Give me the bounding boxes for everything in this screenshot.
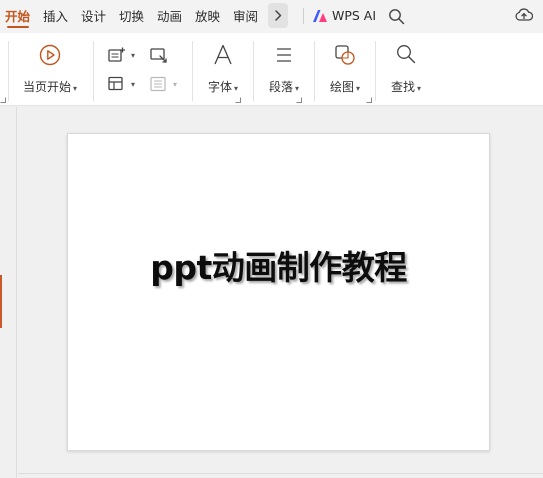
play-from-current-button[interactable]: 当页开始 ▾ — [16, 41, 84, 99]
play-circle-icon — [39, 44, 61, 66]
drawing-button[interactable]: 绘图 ▾ — [322, 41, 368, 99]
tab-insert[interactable]: 插入 — [43, 8, 68, 25]
layout-icon — [108, 76, 123, 91]
chevron-down-icon: ▾ — [131, 80, 136, 89]
new-slide-icon — [108, 47, 125, 62]
shapes-icon — [335, 45, 355, 65]
chevron-down-icon: ▾ — [173, 80, 178, 89]
more-tabs-button[interactable] — [268, 3, 288, 28]
paragraph-label: 段落 — [268, 80, 293, 94]
canvas-bottom-divider — [18, 473, 543, 474]
find-button[interactable]: 查找 ▾ — [383, 41, 429, 99]
chevron-down-icon: ▾ — [131, 51, 136, 60]
reset-slide-button[interactable] — [150, 47, 180, 67]
chevron-down-icon: ▾ — [295, 84, 300, 93]
tab-slideshow[interactable]: 放映 — [195, 8, 220, 25]
tab-home[interactable]: 开始 — [5, 8, 30, 25]
section-button: ▾ — [150, 76, 180, 96]
font-a-icon — [214, 44, 232, 65]
slide-editing-canvas: ppt动画制作教程 — [18, 107, 543, 478]
dialog-launcher-icon[interactable] — [0, 97, 6, 103]
menu-divider — [303, 8, 304, 24]
current-slide[interactable]: ppt动画制作教程 — [67, 133, 490, 451]
cloud-upload-icon[interactable] — [515, 7, 533, 23]
layout-button[interactable]: ▾ — [108, 76, 138, 96]
tab-review[interactable]: 审阅 — [233, 8, 258, 25]
ribbon-separator — [253, 41, 254, 101]
paragraph-button[interactable]: 段落 ▾ — [261, 41, 307, 99]
ribbon-separator — [8, 41, 9, 101]
magnifier-icon — [397, 45, 416, 64]
ribbon-toolbar: 当页开始 ▾ ▾ ▾ ▾ 字体 ▾ 段落 ▾ 绘图 ▾ 查找 ▾ — [0, 33, 543, 106]
chevron-down-icon: ▾ — [73, 84, 78, 93]
play-from-current-label: 当页开始 — [22, 80, 71, 94]
dialog-launcher-icon[interactable] — [235, 97, 241, 103]
find-label: 查找 — [390, 80, 415, 94]
active-tab-underline — [7, 26, 29, 28]
ribbon-separator — [192, 41, 193, 101]
chevron-down-icon: ▾ — [356, 84, 361, 93]
font-label: 字体 — [207, 80, 232, 94]
dialog-launcher-icon[interactable] — [366, 97, 372, 103]
chevron-down-icon: ▾ — [234, 84, 239, 93]
ribbon-separator — [375, 41, 376, 101]
tab-transitions[interactable]: 切换 — [119, 8, 144, 25]
chevron-down-icon: ▾ — [417, 84, 422, 93]
presentation-app-window: 开始 插入 设计 切换 动画 放映 审阅 WPS AI 当页开始 ▾ ▾ ▾ ▾… — [0, 0, 543, 478]
slide-title-text[interactable]: ppt动画制作教程 — [68, 248, 489, 288]
reset-slide-icon — [150, 48, 167, 63]
paragraph-lines-icon — [277, 48, 291, 62]
menu-bar: 开始 插入 设计 切换 动画 放映 审阅 WPS AI — [0, 0, 543, 33]
drawing-label: 绘图 — [329, 80, 354, 94]
wps-ai-label: WPS AI — [332, 8, 377, 23]
wps-ai-logo-icon — [313, 10, 327, 22]
font-button[interactable]: 字体 ▾ — [200, 41, 246, 99]
dialog-launcher-icon[interactable] — [296, 97, 302, 103]
ribbon-separator — [314, 41, 315, 101]
slide-thumbnail-panel[interactable] — [0, 107, 17, 478]
new-slide-button[interactable]: ▾ — [108, 47, 138, 67]
search-icon[interactable] — [388, 8, 405, 25]
selected-thumbnail-indicator — [0, 275, 2, 328]
chevron-right-icon — [275, 10, 282, 21]
tab-design[interactable]: 设计 — [81, 8, 106, 25]
section-icon — [150, 76, 166, 92]
ribbon-separator — [93, 41, 94, 101]
tab-animations[interactable]: 动画 — [157, 8, 182, 25]
